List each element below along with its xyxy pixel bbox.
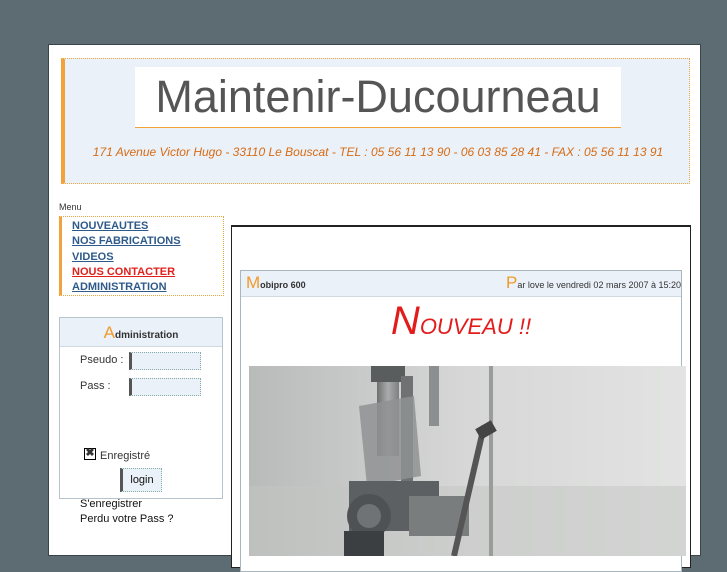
headline-rest: OUVEAU !! [419,314,532,339]
site-address: 171 Avenue Victor Hugo - 33110 Le Bousca… [92,145,664,159]
article-headline: NOUVEAU !! [241,299,681,344]
check-mark-icon: ✖ [85,447,95,459]
main-menu: NOUVEAUTES NOS FABRICATIONS VIDEOS NOUS … [59,216,224,296]
byline-rest: ar love le vendredi 02 mars 2007 à 15:20 [517,280,681,290]
menu-item-nouveautes[interactable]: NOUVEAUTES [72,219,223,234]
admin-panel-title: Administration [60,318,222,347]
site-title: Maintenir-Ducourneau [135,67,621,128]
remember-checkbox[interactable]: ✖ [84,447,96,460]
pseudo-label: Pseudo : [80,354,124,366]
headline-initial: N [390,299,420,343]
remember-label: Enregistré [100,450,151,462]
lost-password-link[interactable]: Perdu votre Pass ? [80,513,174,525]
menu-label: Menu [59,202,82,212]
article-byline: Par love le vendredi 02 mars 2007 à 15:2… [506,273,681,293]
menu-item-nous-contacter[interactable]: NOUS CONTACTER [72,265,223,280]
menu-item-administration[interactable]: ADMINISTRATION [72,280,223,295]
product-photo [249,366,686,556]
machine-image [249,366,686,556]
menu-item-nos-fabrications[interactable]: NOS FABRICATIONS [72,234,223,249]
admin-title-rest: dministration [115,330,179,341]
remember-option: ✖ Enregistré [84,447,151,462]
pass-label: Pass : [80,380,111,392]
byline-initial: P [506,273,518,292]
article-title[interactable]: Mobipro 600 [246,273,306,293]
article-title-initial: M [246,273,261,292]
admin-title-initial: A [103,323,115,342]
menu-item-videos[interactable]: VIDEOS [72,250,223,265]
article-title-rest: obipro 600 [260,280,306,290]
pass-input[interactable] [129,378,201,396]
pseudo-input[interactable] [129,352,201,370]
article-header: Mobipro 600 Par love le vendredi 02 mars… [241,271,681,297]
login-button[interactable]: login [120,468,162,492]
register-link[interactable]: S'enregistrer [80,498,142,510]
site-header: Maintenir-Ducourneau 171 Avenue Victor H… [61,58,690,184]
admin-login-panel: Administration Pseudo : Pass : ✖ Enregist… [59,317,223,525]
page-container: Maintenir-Ducourneau 171 Avenue Victor H… [48,44,701,572]
